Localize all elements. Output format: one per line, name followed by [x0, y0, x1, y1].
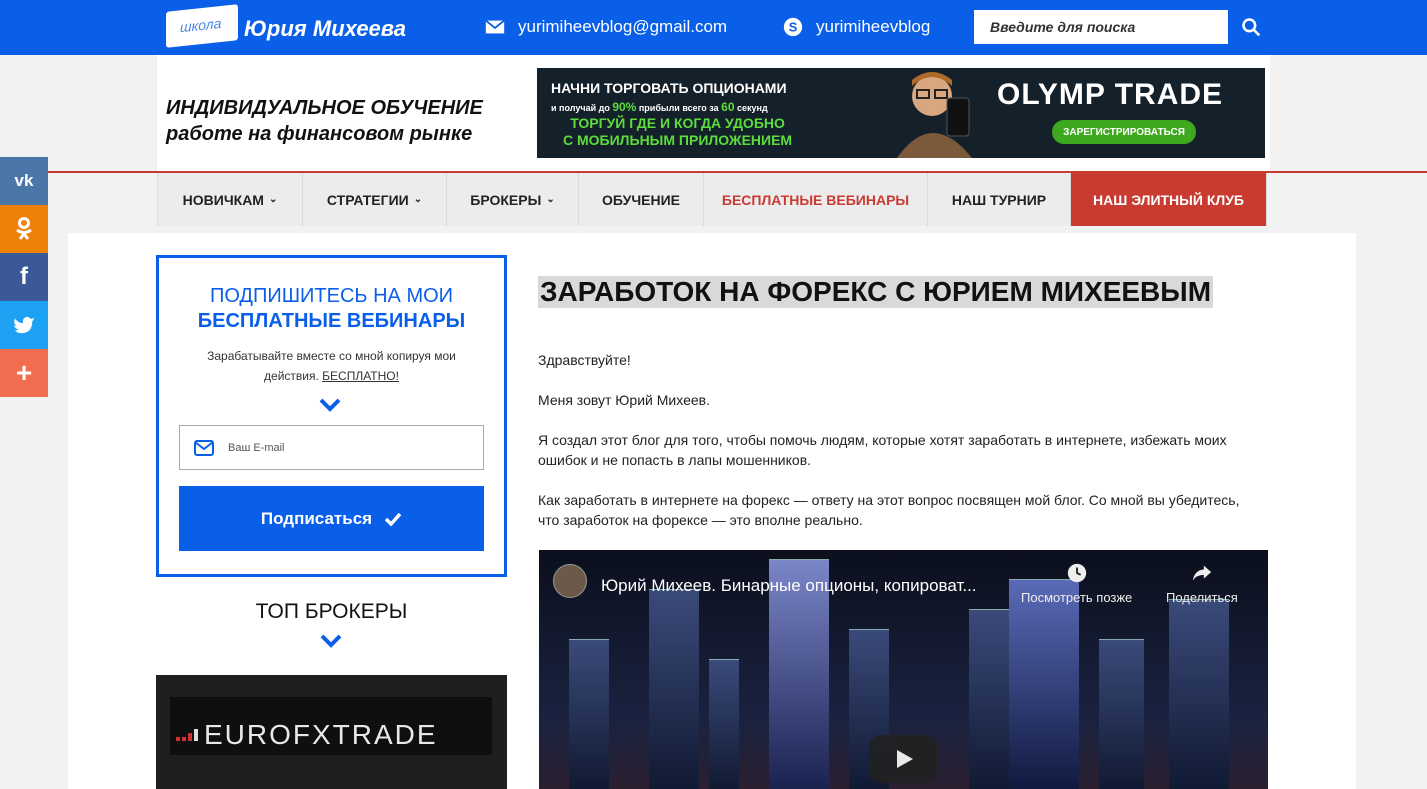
- subscribe-free-link[interactable]: БЕСПЛАТНО!: [322, 369, 399, 383]
- video-title[interactable]: Юрий Михеев. Бинарные опционы, копироват…: [601, 576, 977, 596]
- vk-icon: vk: [14, 171, 34, 190]
- subscribe-button-label: Подписаться: [260, 508, 373, 528]
- main-nav-bar: НОВИЧКАМ ⌄ СТРАТЕГИИ ⌄ БРОКЕРЫ ⌄ ОБУЧЕНИЕ Б…: [0, 171, 1427, 226]
- checkmark-icon: [384, 512, 402, 526]
- main-nav: НОВИЧКАМ ⌄ СТРАТЕГИИ ⌄ БРОКЕРЫ ⌄ ОБУЧЕНИЕ Б…: [157, 173, 1267, 226]
- thumbnail-building: [569, 639, 609, 789]
- envelope-icon: [485, 19, 505, 34]
- site-header: ИНДИВИДУАЛЬНОЕ ОБУЧЕНИЕ работе на финанс…: [157, 55, 1270, 171]
- banner-headline: НАЧНИ ТОРГОВАТЬ ОПЦИОНАМИ: [551, 80, 787, 96]
- banner-green-text: ТОРГУЙ ГДЕ И КОГДА УДОБНО С МОБИЛЬНЫМ ПРИ…: [563, 115, 793, 148]
- twitter-icon: [13, 316, 35, 334]
- chevron-down-icon: ⌄: [268, 194, 278, 205]
- channel-avatar[interactable]: [553, 564, 587, 598]
- email-text: yurimiheevblog@gmail.com: [518, 17, 728, 36]
- odnoklassniki-icon: [16, 217, 32, 240]
- banner-register-button[interactable]: ЗАРЕГИСТРИРОВАТЬСЯ: [1052, 120, 1196, 144]
- nav-item-beginners[interactable]: НОВИЧКАМ ⌄: [158, 173, 303, 226]
- top-bar: школа Юрия Михеева yurimiheevblog@gmail.…: [0, 0, 1427, 55]
- skype-icon: S: [783, 17, 803, 37]
- play-button[interactable]: [869, 735, 937, 783]
- nav-item-brokers[interactable]: БРОКЕРЫ ⌄: [447, 173, 579, 226]
- plus-icon: +: [15, 357, 33, 388]
- video-player[interactable]: Юрий Михеев. Бинарные опционы, копироват…: [539, 550, 1268, 789]
- header-tagline: ИНДИВИДУАЛЬНОЕ ОБУЧЕНИЕ работе на финанс…: [166, 95, 483, 147]
- thumbnail-building: [1099, 639, 1144, 789]
- thumbnail-building: [1169, 599, 1229, 789]
- facebook-icon: f: [20, 263, 28, 290]
- skype-text: yurimiheevblog: [816, 17, 931, 36]
- subscribe-widget: ПОДПИШИТЕСЬ НА МОИ БЕСПЛАТНЫЕ ВЕБИНАРЫ З…: [156, 255, 507, 577]
- svg-text:S: S: [789, 20, 798, 35]
- twitter-share-button[interactable]: [0, 301, 48, 349]
- clock-icon: [1067, 563, 1086, 583]
- subscribe-description: Зарабатывайте вместе со мной копируя мои…: [207, 349, 456, 383]
- share-icon: [1192, 565, 1212, 581]
- search-icon: [1242, 18, 1261, 37]
- ad-banner[interactable]: НАЧНИ ТОРГОВАТЬ ОПЦИОНАМИ и получай до 9…: [537, 68, 1265, 158]
- thumbnail-building: [1009, 579, 1079, 789]
- tagline-line-2: работе на финансовом рынке: [166, 123, 473, 145]
- broker-name: EUROFXTRADE: [204, 719, 438, 750]
- email-contact[interactable]: yurimiheevblog@gmail.com: [484, 16, 727, 38]
- article-paragraph: Здравствуйте!: [538, 352, 631, 368]
- banner-brand: OLYMP TRADE: [997, 78, 1224, 111]
- top-brokers-heading: ТОП БРОКЕРЫ: [255, 600, 408, 623]
- banner-person-image: [897, 72, 972, 158]
- article-paragraph: Меня зовут Юрий Михеев.: [538, 392, 710, 408]
- nav-item-tournament[interactable]: НАШ ТУРНИР: [928, 173, 1071, 226]
- logo-name: Юрия Михеева: [244, 16, 407, 41]
- nav-item-strategies[interactable]: СТРАТЕГИИ ⌄: [303, 173, 447, 226]
- nav-item-elite-club[interactable]: НАШ ЭЛИТНЫЙ КЛУБ: [1071, 173, 1267, 226]
- chevron-down-icon: [320, 634, 342, 648]
- banner-subline: и получай до 90% прибыли всего за 60 сек…: [551, 100, 768, 114]
- watch-later-button[interactable]: Посмотреть позже: [1021, 562, 1132, 605]
- more-share-button[interactable]: +: [0, 349, 48, 397]
- ok-share-button[interactable]: [0, 205, 48, 253]
- thumbnail-building: [709, 659, 739, 789]
- logo-badge: школа: [166, 4, 238, 48]
- chevron-down-icon: ⌄: [546, 194, 555, 205]
- skype-contact[interactable]: S yurimiheevblog: [782, 16, 930, 38]
- search-box: [973, 9, 1275, 45]
- article-paragraph: Как заработать в интернете на форекс — о…: [538, 492, 1240, 528]
- article-paragraph: Я создал этот блог для того, чтобы помоч…: [538, 432, 1227, 468]
- search-input[interactable]: [974, 10, 1226, 44]
- search-button[interactable]: [1226, 10, 1274, 44]
- facebook-share-button[interactable]: f: [0, 253, 48, 301]
- chevron-down-icon: ⌄: [413, 194, 423, 205]
- main-article: ЗАРАБОТОК НА ФОРЕКС С ЮРИЕМ МИХЕЕВЫМ Здр…: [538, 276, 1268, 528]
- subscribe-button[interactable]: Подписаться: [179, 486, 484, 551]
- thumbnail-building: [649, 589, 699, 789]
- broker-banner-eurofxtrade[interactable]: EUROFXTRADE: [156, 675, 507, 789]
- nav-item-free-webinars[interactable]: БЕСПЛАТНЫЕ ВЕБИНАРЫ: [704, 173, 928, 226]
- logo-small-text: школа: [180, 14, 222, 36]
- nav-item-education[interactable]: ОБУЧЕНИЕ: [579, 173, 704, 226]
- tagline-line-1: ИНДИВИДУАЛЬНОЕ ОБУЧЕНИЕ: [166, 97, 483, 119]
- broker-logo-mark: [176, 729, 198, 741]
- page-title: ЗАРАБОТОК НА ФОРЕКС С ЮРИЕМ МИХЕЕВЫМ: [538, 276, 1214, 308]
- vk-share-button[interactable]: vk: [0, 157, 48, 205]
- social-share-bar: vk f +: [0, 157, 48, 397]
- chevron-down-icon: [319, 398, 341, 412]
- subscribe-title: ПОДПИШИТЕСЬ НА МОИ БЕСПЛАТНЫЕ ВЕБИНАРЫ: [197, 285, 466, 332]
- envelope-icon: [194, 439, 214, 456]
- email-field[interactable]: [228, 441, 468, 454]
- share-button[interactable]: Поделиться: [1166, 562, 1238, 605]
- email-field-wrapper: [179, 425, 484, 470]
- article-body: Здравствуйте! Меня зовут Юрий Михеев. Я …: [538, 350, 1248, 530]
